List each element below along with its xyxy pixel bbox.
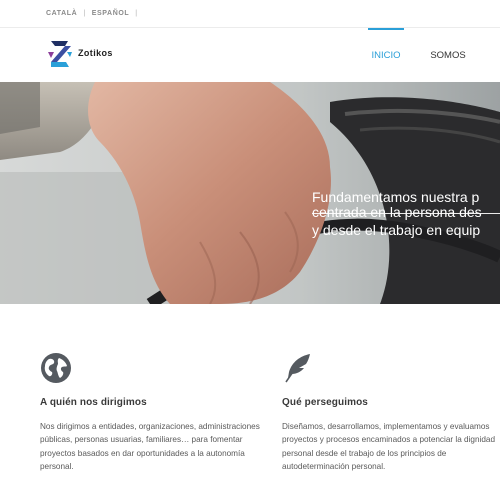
zotikos-logo-icon bbox=[48, 41, 72, 67]
nav-item-somos[interactable]: SOMOS bbox=[428, 28, 468, 82]
section-audience: A quién nos dirigimos Nos dirigimos a en… bbox=[40, 352, 260, 473]
hero-line: Fundamentamos nuestra p bbox=[312, 189, 480, 205]
language-separator: | bbox=[135, 10, 138, 17]
section-text: Nos dirigimos a entidades, organizacione… bbox=[40, 422, 260, 471]
site-header: Zotikos INICIO SOMOS bbox=[0, 28, 500, 82]
globe-icon bbox=[41, 353, 71, 383]
brand-name: Zotikos bbox=[78, 48, 113, 58]
section-text: Diseñamos, desarrollamos, implementamos … bbox=[282, 422, 496, 471]
hero-tagline: Fundamentamos nuestra p centrada en la p… bbox=[312, 190, 500, 238]
nav-item-inicio[interactable]: INICIO bbox=[368, 28, 404, 82]
language-bar: CATALÀ | ESPAÑOL | bbox=[0, 0, 500, 28]
language-separator: | bbox=[83, 10, 86, 17]
language-espanol-link[interactable]: ESPAÑOL bbox=[92, 10, 130, 17]
feather-icon bbox=[285, 354, 310, 383]
section-title: A quién nos dirigimos bbox=[40, 397, 147, 408]
hero-line: y desde el trabajo en equip bbox=[312, 222, 481, 238]
section-goals: Qué perseguimos Diseñamos, desarrollamos… bbox=[282, 352, 500, 473]
section-title: Qué perseguimos bbox=[282, 397, 368, 408]
language-switcher: CATALÀ | ESPAÑOL | bbox=[46, 10, 138, 17]
hero-divider bbox=[312, 213, 500, 214]
hero-banner: Fundamentamos nuestra p centrada en la p… bbox=[0, 82, 500, 304]
nav-item-label: INICIO bbox=[371, 49, 401, 61]
site-logo[interactable]: Zotikos bbox=[46, 38, 146, 68]
nav-item-label: SOMOS bbox=[430, 49, 466, 61]
language-catala-link[interactable]: CATALÀ bbox=[46, 10, 77, 17]
